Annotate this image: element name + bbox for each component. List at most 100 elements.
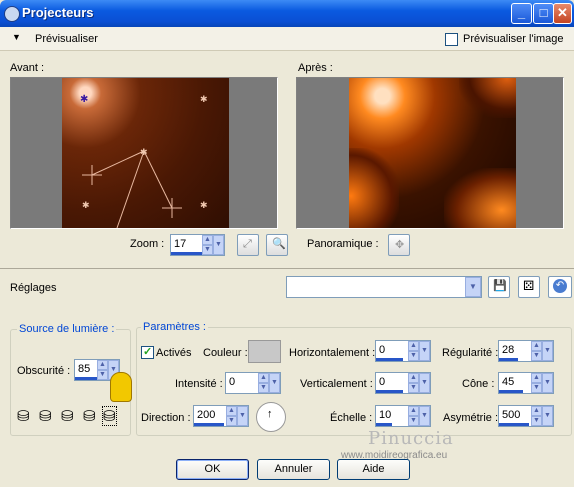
up-arrow-icon[interactable]: ▲ xyxy=(408,406,419,416)
after-label: Après : xyxy=(298,62,333,74)
after-image xyxy=(349,78,516,228)
active-checkbox[interactable]: ✓ xyxy=(141,346,154,359)
preview-toolbar: ▼ Prévisualiser Prévisualiser l'image xyxy=(0,27,574,51)
spotlight-icon[interactable]: ⛁ xyxy=(61,407,74,425)
presets-label: Réglages xyxy=(10,282,57,294)
up-arrow-icon[interactable]: ▲ xyxy=(226,406,237,416)
dropdown-arrow-icon[interactable]: ▼ xyxy=(419,406,430,426)
preview-toggle[interactable]: Prévisualiser xyxy=(35,33,98,45)
active-label: Activés xyxy=(156,347,192,359)
dropdown-arrow-icon[interactable]: ▼ xyxy=(542,406,553,426)
asymmetry-label: Asymétrie : xyxy=(443,412,499,424)
svg-text:✱: ✱ xyxy=(200,200,208,210)
spotlight-icon[interactable]: ⛁ xyxy=(39,407,52,425)
spotlight-icon[interactable]: ⛁ xyxy=(17,407,30,425)
color-swatch[interactable] xyxy=(248,340,281,363)
dropdown-arrow-icon[interactable]: ▼ xyxy=(269,373,280,393)
cone-spinner[interactable]: 45 ▲ ▼ ▼ xyxy=(498,372,554,394)
before-preview[interactable]: ✱ ✱ ✱ ✱ ✱ xyxy=(10,77,278,229)
app-icon xyxy=(4,6,20,22)
scale-label: Échelle : xyxy=(330,412,373,424)
dropdown-arrow-icon[interactable]: ▼ xyxy=(542,373,553,393)
before-label: Avant : xyxy=(10,62,45,74)
preview-image-checkbox[interactable] xyxy=(445,33,458,46)
vertical-spinner[interactable]: 0 ▲ ▼ ▼ xyxy=(375,372,431,394)
dropdown-arrow-icon[interactable]: ▼ xyxy=(419,341,430,361)
down-arrow-icon[interactable]: ▼ xyxy=(258,383,269,393)
direction-dial[interactable]: ↑ xyxy=(256,402,286,432)
scale-spinner[interactable]: 10 ▲ ▼ ▼ xyxy=(375,405,431,427)
up-arrow-icon[interactable]: ▲ xyxy=(531,406,542,416)
collapse-triangle-icon[interactable]: ▼ xyxy=(12,32,21,42)
down-arrow-icon[interactable]: ▼ xyxy=(531,383,542,393)
asymmetry-value: 500 xyxy=(502,409,521,421)
down-arrow-icon[interactable]: ▼ xyxy=(408,351,419,361)
scale-bar xyxy=(376,423,393,426)
dropdown-arrow-icon[interactable]: ▼ xyxy=(213,235,224,255)
down-arrow-icon[interactable]: ▼ xyxy=(408,416,419,426)
dropdown-arrow-icon[interactable]: ▼ xyxy=(542,341,553,361)
random-button[interactable]: ⚄ xyxy=(518,276,540,298)
preview-image-label: Prévisualiser l'image xyxy=(463,33,564,45)
zoom-tool-button[interactable]: 🔍 xyxy=(266,234,288,256)
maximize-button[interactable]: □ xyxy=(533,3,554,24)
title-bar[interactable]: Projecteurs _ □ ✕ xyxy=(0,0,574,27)
scale-value: 10 xyxy=(379,409,392,421)
dial-needle-icon: ↑ xyxy=(267,408,273,420)
down-arrow-icon[interactable]: ▼ xyxy=(226,416,237,426)
darkness-label: Obscurité : xyxy=(17,365,71,377)
chevron-down-icon[interactable]: ▼ xyxy=(465,277,481,297)
asymmetry-spinner[interactable]: 500 ▲ ▼ ▼ xyxy=(498,405,554,427)
pan-button[interactable]: ✥ xyxy=(388,234,410,256)
up-arrow-icon[interactable]: ▲ xyxy=(202,235,213,245)
zoom-label: Zoom : xyxy=(130,238,165,250)
svg-text:✱: ✱ xyxy=(140,147,148,157)
help-button[interactable]: Aide xyxy=(337,459,410,480)
down-arrow-icon[interactable]: ▼ xyxy=(97,370,108,380)
presets-dropdown[interactable]: ▼ xyxy=(286,276,482,298)
down-arrow-icon[interactable]: ▼ xyxy=(531,351,542,361)
up-arrow-icon[interactable]: ▲ xyxy=(531,341,542,351)
up-arrow-icon[interactable]: ▲ xyxy=(408,373,419,383)
spotlight-icon[interactable]: ⛁ xyxy=(102,406,117,426)
direction-label: Direction : xyxy=(141,412,191,424)
up-arrow-icon[interactable]: ▲ xyxy=(258,373,269,383)
dropdown-arrow-icon[interactable]: ▼ xyxy=(237,406,248,426)
down-arrow-icon[interactable]: ▼ xyxy=(408,383,419,393)
darkness-value: 85 xyxy=(78,363,91,375)
down-arrow-icon[interactable]: ▼ xyxy=(202,245,213,255)
vertical-value: 0 xyxy=(379,376,386,388)
vertical-label: Verticalement : xyxy=(300,378,373,390)
zoom-bar xyxy=(171,252,203,255)
zoom-spinner[interactable]: 17 ▲ ▼ ▼ xyxy=(170,234,225,256)
spotlight-icon[interactable]: ⛁ xyxy=(83,407,96,425)
horizontal-value: 0 xyxy=(379,344,386,356)
magnifier-icon: 🔍 xyxy=(272,238,286,250)
intensity-spinner[interactable]: 0 ▲ ▼ ▼ xyxy=(225,372,281,394)
regularity-spinner[interactable]: 28 ▲ ▼ ▼ xyxy=(498,340,554,362)
cancel-button[interactable]: Annuler xyxy=(257,459,330,480)
direction-value: 200 xyxy=(197,409,216,421)
regularity-bar xyxy=(499,358,518,361)
pan-label: Panoramique : xyxy=(307,238,379,250)
minimize-button[interactable]: _ xyxy=(511,3,532,24)
intensity-label: Intensité : xyxy=(175,378,223,390)
save-preset-button[interactable]: 💾 xyxy=(488,276,510,298)
up-arrow-icon[interactable]: ▲ xyxy=(408,341,419,351)
direction-spinner[interactable]: 200 ▲ ▼ ▼ xyxy=(193,405,249,427)
down-arrow-icon[interactable]: ▼ xyxy=(531,416,542,426)
light-source-title: Source de lumière : xyxy=(17,323,117,335)
up-arrow-icon[interactable]: ▲ xyxy=(531,373,542,383)
horizontal-spinner[interactable]: 0 ▲ ▼ ▼ xyxy=(375,340,431,362)
up-arrow-icon[interactable]: ▲ xyxy=(97,360,108,370)
fit-zoom-button[interactable]: ⤢ xyxy=(237,234,259,256)
ok-button[interactable]: OK xyxy=(176,459,249,480)
reset-button[interactable]: ↶ xyxy=(548,276,572,298)
projecteurs-dialog: Projecteurs _ □ ✕ ▼ Prévisualiser Prévis… xyxy=(0,0,574,487)
move-icon: ✥ xyxy=(395,239,405,251)
close-button[interactable]: ✕ xyxy=(553,3,572,24)
light-guides-icon: ✱ ✱ ✱ ✱ ✱ xyxy=(80,94,208,228)
light-source-slots: ⛁ ⛁ ⛁ ⛁ ⛁ xyxy=(17,406,127,429)
dropdown-arrow-icon[interactable]: ▼ xyxy=(419,373,430,393)
after-preview[interactable] xyxy=(296,77,564,229)
